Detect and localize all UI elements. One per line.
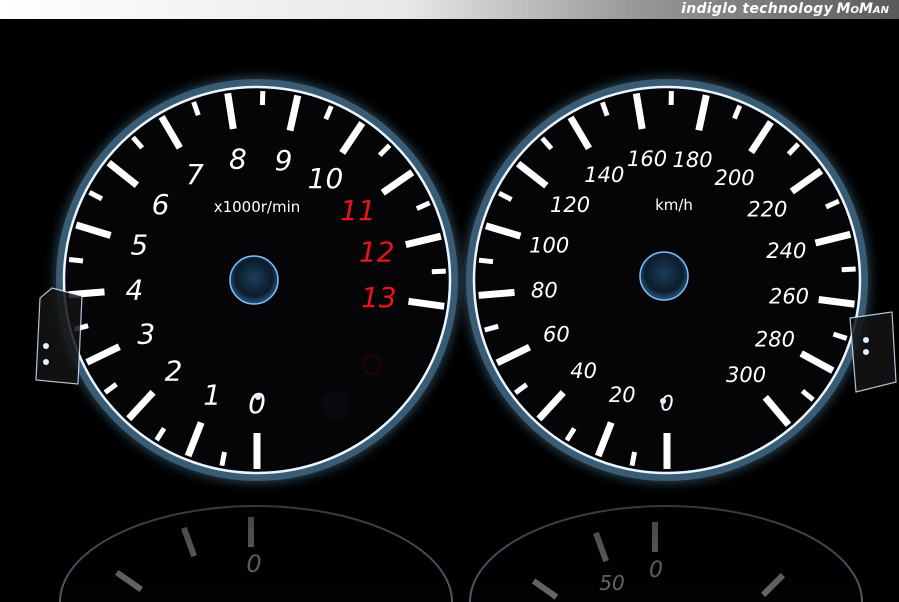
speedometer-numeral: 220 — [747, 197, 787, 221]
tachometer-numeral: 2 — [165, 354, 183, 387]
reflection-numeral: 50 — [599, 571, 624, 595]
speedometer-numeral: 60 — [543, 323, 570, 347]
speedometer-minor-tick — [629, 451, 638, 467]
speedometer-numeral: 260 — [769, 284, 809, 308]
tachometer-needle-hub — [229, 255, 279, 305]
speedometer-numeral: 40 — [570, 359, 597, 383]
surface-reflection: 0 50 0 — [59, 505, 863, 602]
instrument-cluster: 01234567 8 910111213 x1000r/min 0204060801… — [35, 79, 897, 602]
speedometer-major-tick — [818, 296, 855, 308]
tachometer-numeral: 9 — [275, 144, 293, 177]
speedometer-needle-hub — [639, 251, 689, 301]
indicator-lamp-icon — [321, 391, 349, 419]
tachometer: 01234567 8 910111213 x1000r/min — [56, 79, 458, 481]
tachometer-minor-tick — [68, 257, 84, 264]
speedometer-minor-tick — [841, 266, 856, 273]
speedometer-numeral: 200 — [715, 166, 755, 190]
needle-stop-pin — [255, 394, 261, 400]
speedometer-numeral: 120 — [550, 193, 590, 217]
tachometer-numeral: 1 — [203, 379, 221, 412]
speedometer-minor-tick — [478, 257, 494, 265]
speedometer-numeral: 160 — [627, 147, 667, 171]
speedometer-numeral: 240 — [766, 239, 806, 263]
tachometer-minor-tick — [219, 451, 227, 467]
speedometer-unit-label: km/h — [655, 196, 693, 214]
speedometer-numeral: 100 — [529, 233, 569, 257]
tachometer-numeral: 8 — [229, 143, 247, 176]
tachometer-major-tick — [408, 297, 445, 310]
speedometer-needle-stop-pin — [660, 398, 666, 404]
tachometer-numeral: 13 — [361, 281, 397, 314]
speedometer: 020406080100120140160 1802002202402602803… — [466, 79, 868, 481]
tachometer-numeral: 4 — [125, 274, 143, 307]
speedometer-major-tick — [478, 288, 515, 299]
tachometer-numeral: 7 — [186, 158, 204, 191]
speedometer-numeral: 80 — [531, 279, 558, 303]
reflection-tick — [248, 517, 254, 547]
tachometer-unit-label: x1000r/min — [214, 198, 301, 216]
speedometer-numeral: 280 — [755, 328, 795, 352]
speedometer-minor-tick — [484, 323, 499, 333]
tachometer-numeral: 5 — [130, 228, 148, 261]
mounting-tab-left — [35, 287, 83, 385]
tachometer-numeral: 3 — [137, 318, 155, 351]
tachometer-numeral: 6 — [152, 188, 170, 221]
reflection-tick — [652, 522, 658, 552]
tachometer-minor-tick — [431, 268, 446, 275]
tachometer-numeral: 0 — [248, 387, 266, 420]
mounting-tab-right — [849, 311, 897, 393]
reflection-numeral: 0 — [246, 550, 261, 578]
speedometer-numeral: 180 — [673, 148, 713, 172]
tachometer-numeral: 11 — [340, 194, 376, 227]
speedometer-numeral: 140 — [584, 163, 624, 187]
reflection-numeral: 0 — [649, 558, 663, 583]
tachometer-numeral: 12 — [359, 236, 395, 269]
tachometer-numeral: 10 — [308, 162, 344, 195]
speedometer-numeral: 20 — [609, 383, 636, 407]
speedometer-numeral: 300 — [726, 363, 766, 387]
